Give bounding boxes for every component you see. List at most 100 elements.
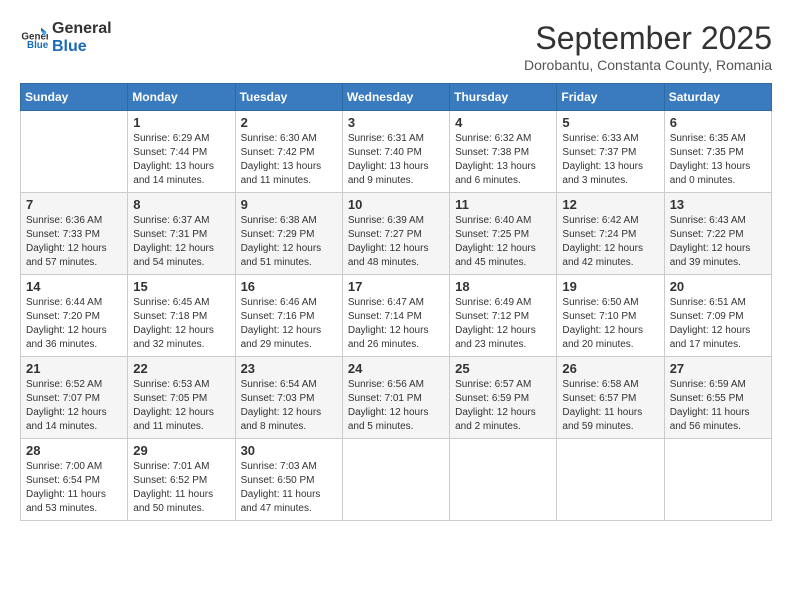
calendar-cell: 1 Sunrise: 6:29 AM Sunset: 7:44 PM Daylig… bbox=[128, 111, 235, 193]
day-info: Sunrise: 6:51 AM Sunset: 7:09 PM Dayligh… bbox=[670, 296, 766, 352]
logo-blue: Blue bbox=[52, 38, 112, 56]
day-number: 17 bbox=[348, 279, 444, 294]
day-number: 11 bbox=[455, 197, 551, 212]
day-number: 5 bbox=[562, 115, 658, 130]
day-info: Sunrise: 6:49 AM Sunset: 7:12 PM Dayligh… bbox=[455, 296, 551, 352]
calendar-header-row: SundayMondayTuesdayWednesdayThursdayFrid… bbox=[21, 84, 772, 111]
calendar-cell: 17Sunrise: 6:47 AM Sunset: 7:14 PM Dayli… bbox=[342, 275, 449, 357]
day-info: Sunrise: 6:50 AM Sunset: 7:10 PM Dayligh… bbox=[562, 296, 658, 352]
day-info: Sunrise: 6:43 AM Sunset: 7:22 PM Dayligh… bbox=[670, 214, 766, 270]
calendar-cell: 22 Sunrise: 6:53 AM Sunset: 7:05 PM Dayli… bbox=[128, 357, 235, 439]
calendar-cell: 24 Sunrise: 6:56 AM Sunset: 7:01 PM Dayli… bbox=[342, 357, 449, 439]
logo-icon: General Blue bbox=[20, 24, 48, 52]
month-title: September 2025 bbox=[524, 20, 772, 57]
day-info: Sunrise: 6:38 AM Sunset: 7:29 PM Dayligh… bbox=[241, 214, 337, 270]
day-number: 1 bbox=[133, 115, 229, 130]
calendar-week-4: 21 Sunrise: 6:52 AM Sunset: 7:07 PM Dayli… bbox=[21, 357, 772, 439]
calendar-cell: 28Sunrise: 7:00 AM Sunset: 6:54 PM Dayli… bbox=[21, 439, 128, 521]
day-number: 19 bbox=[562, 279, 658, 294]
calendar-cell bbox=[450, 439, 557, 521]
day-info: Sunrise: 6:31 AM Sunset: 7:40 PM Dayligh… bbox=[348, 132, 444, 188]
day-number: 4 bbox=[455, 115, 551, 130]
day-number: 9 bbox=[241, 197, 337, 212]
day-info: Sunrise: 6:59 AM Sunset: 6:55 PM Dayligh… bbox=[670, 378, 766, 434]
day-number: 18 bbox=[455, 279, 551, 294]
location-subtitle: Dorobantu, Constanta County, Romania bbox=[524, 57, 772, 73]
calendar-cell: 30Sunrise: 7:03 AM Sunset: 6:50 PM Dayli… bbox=[235, 439, 342, 521]
calendar-table: SundayMondayTuesdayWednesdayThursdayFrid… bbox=[20, 83, 772, 521]
calendar-cell: 12Sunrise: 6:42 AM Sunset: 7:24 PM Dayli… bbox=[557, 193, 664, 275]
day-info: Sunrise: 6:58 AM Sunset: 6:57 PM Dayligh… bbox=[562, 378, 658, 434]
calendar-cell: 3 Sunrise: 6:31 AM Sunset: 7:40 PM Daylig… bbox=[342, 111, 449, 193]
day-info: Sunrise: 6:29 AM Sunset: 7:44 PM Dayligh… bbox=[133, 132, 229, 188]
day-info: Sunrise: 6:33 AM Sunset: 7:37 PM Dayligh… bbox=[562, 132, 658, 188]
day-number: 20 bbox=[670, 279, 766, 294]
day-info: Sunrise: 6:42 AM Sunset: 7:24 PM Dayligh… bbox=[562, 214, 658, 270]
day-number: 30 bbox=[241, 443, 337, 458]
header-friday: Friday bbox=[557, 84, 664, 111]
calendar-cell: 21 Sunrise: 6:52 AM Sunset: 7:07 PM Dayli… bbox=[21, 357, 128, 439]
calendar-cell: 25 Sunrise: 6:57 AM Sunset: 6:59 PM Dayli… bbox=[450, 357, 557, 439]
calendar-cell: 20 Sunrise: 6:51 AM Sunset: 7:09 PM Dayli… bbox=[664, 275, 771, 357]
calendar-cell: 10Sunrise: 6:39 AM Sunset: 7:27 PM Dayli… bbox=[342, 193, 449, 275]
header-sunday: Sunday bbox=[21, 84, 128, 111]
day-number: 8 bbox=[133, 197, 229, 212]
day-number: 15 bbox=[133, 279, 229, 294]
day-number: 24 bbox=[348, 361, 444, 376]
day-info: Sunrise: 6:45 AM Sunset: 7:18 PM Dayligh… bbox=[133, 296, 229, 352]
day-info: Sunrise: 6:37 AM Sunset: 7:31 PM Dayligh… bbox=[133, 214, 229, 270]
day-info: Sunrise: 6:36 AM Sunset: 7:33 PM Dayligh… bbox=[26, 214, 122, 270]
day-info: Sunrise: 6:56 AM Sunset: 7:01 PM Dayligh… bbox=[348, 378, 444, 434]
day-number: 22 bbox=[133, 361, 229, 376]
calendar-cell: 16Sunrise: 6:46 AM Sunset: 7:16 PM Dayli… bbox=[235, 275, 342, 357]
day-info: Sunrise: 6:30 AM Sunset: 7:42 PM Dayligh… bbox=[241, 132, 337, 188]
day-info: Sunrise: 6:52 AM Sunset: 7:07 PM Dayligh… bbox=[26, 378, 122, 434]
day-number: 27 bbox=[670, 361, 766, 376]
day-info: Sunrise: 7:01 AM Sunset: 6:52 PM Dayligh… bbox=[133, 460, 229, 516]
logo-general: General bbox=[52, 20, 112, 38]
day-info: Sunrise: 6:35 AM Sunset: 7:35 PM Dayligh… bbox=[670, 132, 766, 188]
calendar-week-2: 7 Sunrise: 6:36 AM Sunset: 7:33 PM Daylig… bbox=[21, 193, 772, 275]
header-saturday: Saturday bbox=[664, 84, 771, 111]
title-block: September 2025 Dorobantu, Constanta Coun… bbox=[524, 20, 772, 73]
calendar-cell: 5 Sunrise: 6:33 AM Sunset: 7:37 PM Daylig… bbox=[557, 111, 664, 193]
calendar-cell: 11Sunrise: 6:40 AM Sunset: 7:25 PM Dayli… bbox=[450, 193, 557, 275]
day-number: 13 bbox=[670, 197, 766, 212]
day-number: 14 bbox=[26, 279, 122, 294]
calendar-week-1: 1 Sunrise: 6:29 AM Sunset: 7:44 PM Daylig… bbox=[21, 111, 772, 193]
calendar-cell: 23 Sunrise: 6:54 AM Sunset: 7:03 PM Dayli… bbox=[235, 357, 342, 439]
page-header: General Blue General Blue September 2025… bbox=[20, 20, 772, 73]
calendar-cell: 26 Sunrise: 6:58 AM Sunset: 6:57 PM Dayli… bbox=[557, 357, 664, 439]
calendar-cell: 15 Sunrise: 6:45 AM Sunset: 7:18 PM Dayli… bbox=[128, 275, 235, 357]
calendar-week-5: 28Sunrise: 7:00 AM Sunset: 6:54 PM Dayli… bbox=[21, 439, 772, 521]
calendar-cell: 18 Sunrise: 6:49 AM Sunset: 7:12 PM Dayli… bbox=[450, 275, 557, 357]
day-info: Sunrise: 6:53 AM Sunset: 7:05 PM Dayligh… bbox=[133, 378, 229, 434]
calendar-cell: 6 Sunrise: 6:35 AM Sunset: 7:35 PM Daylig… bbox=[664, 111, 771, 193]
calendar-cell: 19 Sunrise: 6:50 AM Sunset: 7:10 PM Dayli… bbox=[557, 275, 664, 357]
calendar-cell bbox=[342, 439, 449, 521]
day-info: Sunrise: 6:44 AM Sunset: 7:20 PM Dayligh… bbox=[26, 296, 122, 352]
day-info: Sunrise: 6:46 AM Sunset: 7:16 PM Dayligh… bbox=[241, 296, 337, 352]
day-number: 26 bbox=[562, 361, 658, 376]
day-number: 3 bbox=[348, 115, 444, 130]
calendar-cell: 8 Sunrise: 6:37 AM Sunset: 7:31 PM Daylig… bbox=[128, 193, 235, 275]
calendar-cell: 27 Sunrise: 6:59 AM Sunset: 6:55 PM Dayli… bbox=[664, 357, 771, 439]
day-info: Sunrise: 6:54 AM Sunset: 7:03 PM Dayligh… bbox=[241, 378, 337, 434]
calendar-cell: 7 Sunrise: 6:36 AM Sunset: 7:33 PM Daylig… bbox=[21, 193, 128, 275]
calendar-cell: 14 Sunrise: 6:44 AM Sunset: 7:20 PM Dayli… bbox=[21, 275, 128, 357]
svg-text:Blue: Blue bbox=[27, 40, 48, 51]
calendar-cell: 2 Sunrise: 6:30 AM Sunset: 7:42 PM Daylig… bbox=[235, 111, 342, 193]
calendar-cell: 9 Sunrise: 6:38 AM Sunset: 7:29 PM Daylig… bbox=[235, 193, 342, 275]
calendar-week-3: 14 Sunrise: 6:44 AM Sunset: 7:20 PM Dayli… bbox=[21, 275, 772, 357]
day-number: 2 bbox=[241, 115, 337, 130]
day-number: 25 bbox=[455, 361, 551, 376]
day-number: 29 bbox=[133, 443, 229, 458]
day-info: Sunrise: 6:57 AM Sunset: 6:59 PM Dayligh… bbox=[455, 378, 551, 434]
calendar-cell: 29 Sunrise: 7:01 AM Sunset: 6:52 PM Dayli… bbox=[128, 439, 235, 521]
day-number: 21 bbox=[26, 361, 122, 376]
day-number: 23 bbox=[241, 361, 337, 376]
calendar-cell bbox=[557, 439, 664, 521]
calendar-cell bbox=[664, 439, 771, 521]
day-number: 6 bbox=[670, 115, 766, 130]
day-number: 7 bbox=[26, 197, 122, 212]
